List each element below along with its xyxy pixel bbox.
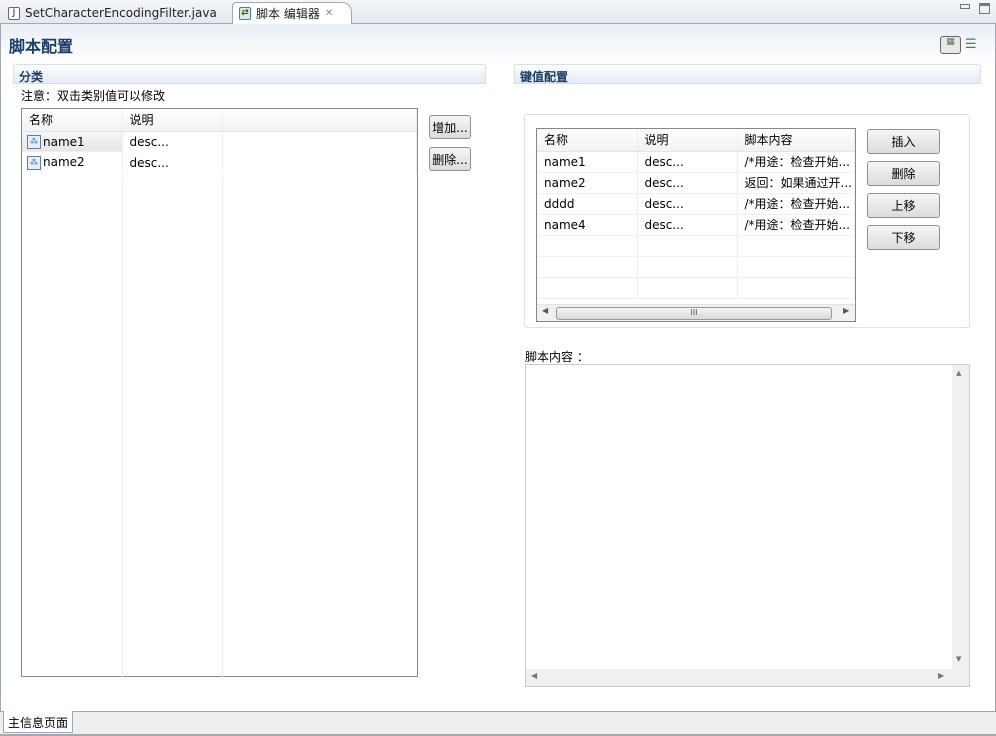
add-category-button[interactable]: 增加... — [429, 115, 471, 139]
delete-button[interactable]: 删除 — [867, 161, 940, 186]
category-table[interactable]: 名称 说明 ⁂ name1 desc... ⁂ name2 desc... — [21, 108, 418, 677]
column-header-name[interactable]: 名称 — [537, 129, 638, 152]
category-icon: ⁂ — [27, 135, 41, 149]
column-header-empty — [222, 109, 417, 132]
delete-category-button[interactable]: 删除... — [429, 147, 471, 171]
horizontal-layout-icon[interactable]: ▦ — [940, 36, 961, 54]
keyvalue-section-header: 键值配置 — [514, 64, 981, 84]
vertical-scrollbar[interactable]: ▲ ▼ — [952, 365, 969, 669]
script-content-textarea[interactable]: ▲ ▼ ◀ ▶ — [525, 364, 970, 687]
column-header-desc[interactable]: 说明 — [122, 109, 223, 132]
table-row[interactable]: dddd desc.../*用途：检查开始... — [537, 193, 855, 215]
maximize-icon[interactable] — [979, 3, 990, 14]
category-note: 注意：双击类别值可以修改 — [21, 89, 166, 103]
minimize-icon[interactable] — [960, 4, 970, 9]
table-row[interactable]: ⁂ name1 desc... — [22, 131, 417, 152]
java-file-icon: J — [8, 6, 20, 20]
vertical-layout-icon[interactable]: ☰ — [965, 37, 982, 53]
category-section-header: 分类 — [13, 64, 486, 84]
column-header-content[interactable]: 脚本内容 — [737, 129, 855, 152]
column-header-name[interactable]: 名称 — [22, 109, 123, 132]
page-tab-bar — [0, 711, 996, 736]
horizontal-scrollbar[interactable]: ◀ III ▶ — [537, 304, 855, 321]
move-up-button[interactable]: 上移 — [867, 193, 940, 218]
insert-button[interactable]: 插入 — [867, 129, 940, 154]
table-row[interactable]: ⁂ name2 desc... — [22, 152, 417, 173]
tab-script-editor[interactable]: ⇄ 脚本 编辑器 ✕ — [232, 2, 352, 24]
scroll-right-icon[interactable]: ▶ — [938, 671, 944, 680]
horizontal-scrollbar[interactable]: ◀ ▶ — [526, 669, 969, 686]
tab-main-info-page[interactable]: 主信息页面 — [3, 711, 74, 733]
scroll-left-icon[interactable]: ◀ — [531, 671, 537, 680]
scroll-up-icon[interactable]: ▲ — [956, 369, 961, 377]
close-icon[interactable]: ✕ — [325, 8, 333, 19]
category-icon: ⁂ — [27, 155, 41, 170]
scroll-thumb[interactable]: III — [556, 307, 832, 320]
scroll-left-icon[interactable]: ◀ — [542, 306, 548, 315]
column-header-desc[interactable]: 说明 — [637, 129, 738, 152]
page-title: 脚本配置 — [9, 37, 74, 56]
scroll-right-icon[interactable]: ▶ — [843, 306, 849, 315]
script-editor-icon: ⇄ — [239, 7, 251, 20]
table-row[interactable]: name4 desc.../*用途：检查开始... — [537, 214, 855, 236]
table-row[interactable]: name1 desc.../*用途：检查开始... — [537, 151, 855, 173]
script-content-label: 脚本内容 ： — [525, 350, 589, 364]
table-row[interactable]: name2 desc... 返回：如果通过开... — [537, 172, 855, 194]
keyvalue-table[interactable]: 名称 说明 脚本内容 name1 desc.../*用途：检查开始... name2 d… — [536, 128, 856, 322]
scroll-down-icon[interactable]: ▼ — [956, 655, 961, 663]
move-down-button[interactable]: 下移 — [867, 225, 940, 250]
tab-setcharacterencodingfilter[interactable]: J SetCharacterEncodingFilter.java — [2, 2, 225, 24]
editor-tab-bar: J SetCharacterEncodingFilter.java ⇄ 脚本 编辑器… — [0, 0, 996, 24]
